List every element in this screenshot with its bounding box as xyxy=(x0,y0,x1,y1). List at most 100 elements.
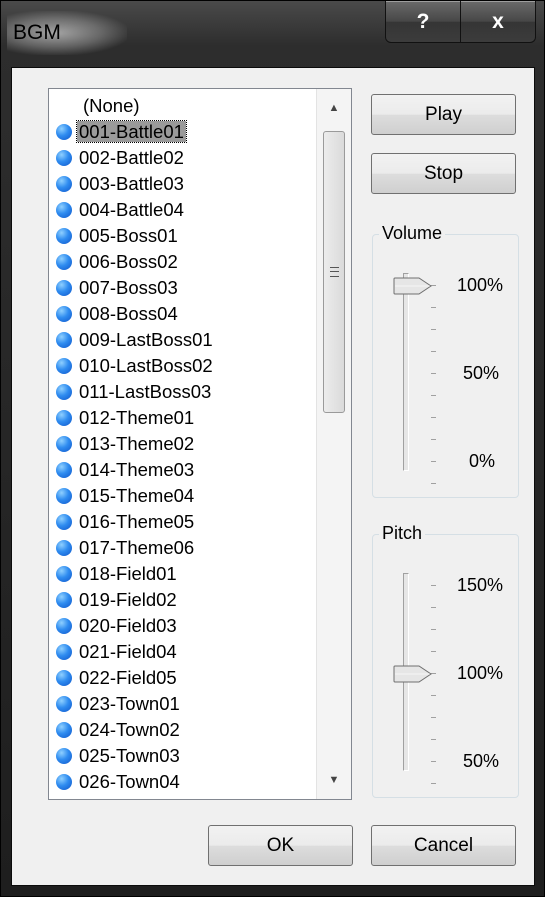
list-item[interactable]: 005-Boss01 xyxy=(49,223,311,249)
audio-dot-icon xyxy=(56,228,72,244)
title-bar[interactable]: BGM ? x xyxy=(1,1,545,67)
dialog-client-area: (None) 001-Battle01 002-Battle02 003-Battle… xyxy=(11,67,535,886)
list-item-label: 002-Battle02 xyxy=(79,147,184,168)
audio-dot-icon xyxy=(56,774,72,790)
list-item[interactable]: 016-Theme05 xyxy=(49,509,311,535)
scroll-down-arrow-icon[interactable]: ▼ xyxy=(317,765,351,795)
list-item-label: 015-Theme04 xyxy=(79,485,195,506)
audio-dot-icon xyxy=(56,644,72,660)
list-item[interactable]: 002-Battle02 xyxy=(49,145,311,171)
volume-label-mid: 50% xyxy=(463,363,500,383)
pitch-label-mid: 100% xyxy=(457,663,504,683)
list-item-label: 011-LastBoss03 xyxy=(79,381,212,402)
list-item[interactable]: (None) xyxy=(49,93,311,119)
list-item[interactable]: 022-Field05 xyxy=(49,665,311,691)
list-items: (None) 001-Battle01 002-Battle02 003-Battle… xyxy=(49,93,311,795)
volume-slider-track[interactable] xyxy=(403,273,409,471)
list-item[interactable]: 020-Field03 xyxy=(49,613,311,639)
list-item-label: 004-Battle04 xyxy=(79,199,184,220)
scroll-grip-icon xyxy=(329,267,339,277)
list-item-label: 016-Theme05 xyxy=(79,511,195,532)
audio-dot-icon xyxy=(56,176,72,192)
audio-dot-icon xyxy=(56,566,72,582)
list-item[interactable]: 013-Theme02 xyxy=(49,431,311,457)
audio-dot-icon xyxy=(56,436,72,452)
list-item-label: 023-Town01 xyxy=(79,693,180,714)
audio-dot-icon xyxy=(56,280,72,296)
stop-button[interactable]: Stop xyxy=(371,153,516,194)
ok-button[interactable]: OK xyxy=(208,825,353,866)
pitch-slider-thumb[interactable] xyxy=(393,665,433,683)
list-item[interactable]: 001-Battle01 xyxy=(49,119,311,145)
list-item-label: 007-Boss03 xyxy=(79,277,178,298)
list-item-label: 006-Boss02 xyxy=(79,251,178,272)
list-item[interactable]: 008-Boss04 xyxy=(49,301,311,327)
volume-tick xyxy=(431,483,436,484)
list-item[interactable]: 006-Boss02 xyxy=(49,249,311,275)
list-item-label: 025-Town03 xyxy=(79,745,180,766)
audio-dot-icon xyxy=(56,410,72,426)
audio-dot-icon xyxy=(56,748,72,764)
volume-group: Volume 100% 50% 0% xyxy=(372,223,519,498)
bgm-dialog: BGM ? x (None) 001-Battle01 002-Battle02 00… xyxy=(0,0,545,897)
volume-slider-thumb[interactable] xyxy=(393,277,433,295)
audio-dot-icon xyxy=(56,592,72,608)
list-item[interactable]: 011-LastBoss03 xyxy=(49,379,311,405)
list-item[interactable]: 023-Town01 xyxy=(49,691,311,717)
list-item[interactable]: 021-Field04 xyxy=(49,639,311,665)
list-item-label: 021-Field04 xyxy=(79,641,177,662)
volume-tick xyxy=(431,373,436,374)
list-item[interactable]: 004-Battle04 xyxy=(49,197,311,223)
audio-dot-icon xyxy=(56,332,72,348)
audio-dot-icon xyxy=(56,462,72,478)
list-item[interactable]: 003-Battle03 xyxy=(49,171,311,197)
audio-dot-icon xyxy=(56,202,72,218)
list-item[interactable]: 026-Town04 xyxy=(49,769,311,795)
pitch-tick xyxy=(431,629,436,630)
scroll-up-arrow-icon[interactable]: ▲ xyxy=(317,93,351,123)
cancel-button[interactable]: Cancel xyxy=(371,825,516,866)
list-item[interactable]: 024-Town02 xyxy=(49,717,311,743)
bgm-file-list[interactable]: (None) 001-Battle01 002-Battle02 003-Battle… xyxy=(48,88,352,800)
list-item[interactable]: 010-LastBoss02 xyxy=(49,353,311,379)
pitch-tick xyxy=(431,695,436,696)
window-title: BGM xyxy=(13,21,61,44)
list-item[interactable]: 019-Field02 xyxy=(49,587,311,613)
pitch-tick xyxy=(431,761,436,762)
list-item[interactable]: 014-Theme03 xyxy=(49,457,311,483)
audio-dot-icon xyxy=(56,254,72,270)
list-item[interactable]: 017-Theme06 xyxy=(49,535,311,561)
list-item[interactable]: 009-LastBoss01 xyxy=(49,327,311,353)
list-item-label: (None) xyxy=(83,95,140,116)
list-item-label: 014-Theme03 xyxy=(79,459,195,480)
list-item[interactable]: 025-Town03 xyxy=(49,743,311,769)
list-item[interactable]: 012-Theme01 xyxy=(49,405,311,431)
pitch-legend: Pitch xyxy=(379,523,426,544)
pitch-tick xyxy=(431,651,436,652)
audio-dot-icon xyxy=(56,696,72,712)
pitch-tick xyxy=(431,717,436,718)
volume-legend: Volume xyxy=(379,223,446,244)
close-button[interactable]: x xyxy=(460,1,536,43)
audio-dot-icon xyxy=(56,358,72,374)
volume-label-min: 0% xyxy=(469,451,496,471)
play-button[interactable]: Play xyxy=(371,94,516,135)
list-item[interactable]: 007-Boss03 xyxy=(49,275,311,301)
audio-dot-icon xyxy=(56,124,72,140)
list-item[interactable]: 018-Field01 xyxy=(49,561,311,587)
list-item-label: 022-Field05 xyxy=(79,667,177,688)
list-item-label: 017-Theme06 xyxy=(79,537,195,558)
pitch-group: Pitch 150% 100% 50% xyxy=(372,523,519,798)
list-item-label: 024-Town02 xyxy=(79,719,180,740)
audio-dot-icon xyxy=(56,540,72,556)
audio-dot-icon xyxy=(56,384,72,400)
volume-tick xyxy=(431,395,436,396)
scroll-thumb[interactable] xyxy=(323,131,345,413)
list-item[interactable]: 015-Theme04 xyxy=(49,483,311,509)
audio-dot-icon xyxy=(56,306,72,322)
list-scrollbar[interactable]: ▲ ▼ xyxy=(316,89,351,799)
help-button[interactable]: ? xyxy=(385,1,461,43)
volume-tick xyxy=(431,439,436,440)
list-item-label: 003-Battle03 xyxy=(79,173,184,194)
audio-dot-icon xyxy=(56,670,72,686)
